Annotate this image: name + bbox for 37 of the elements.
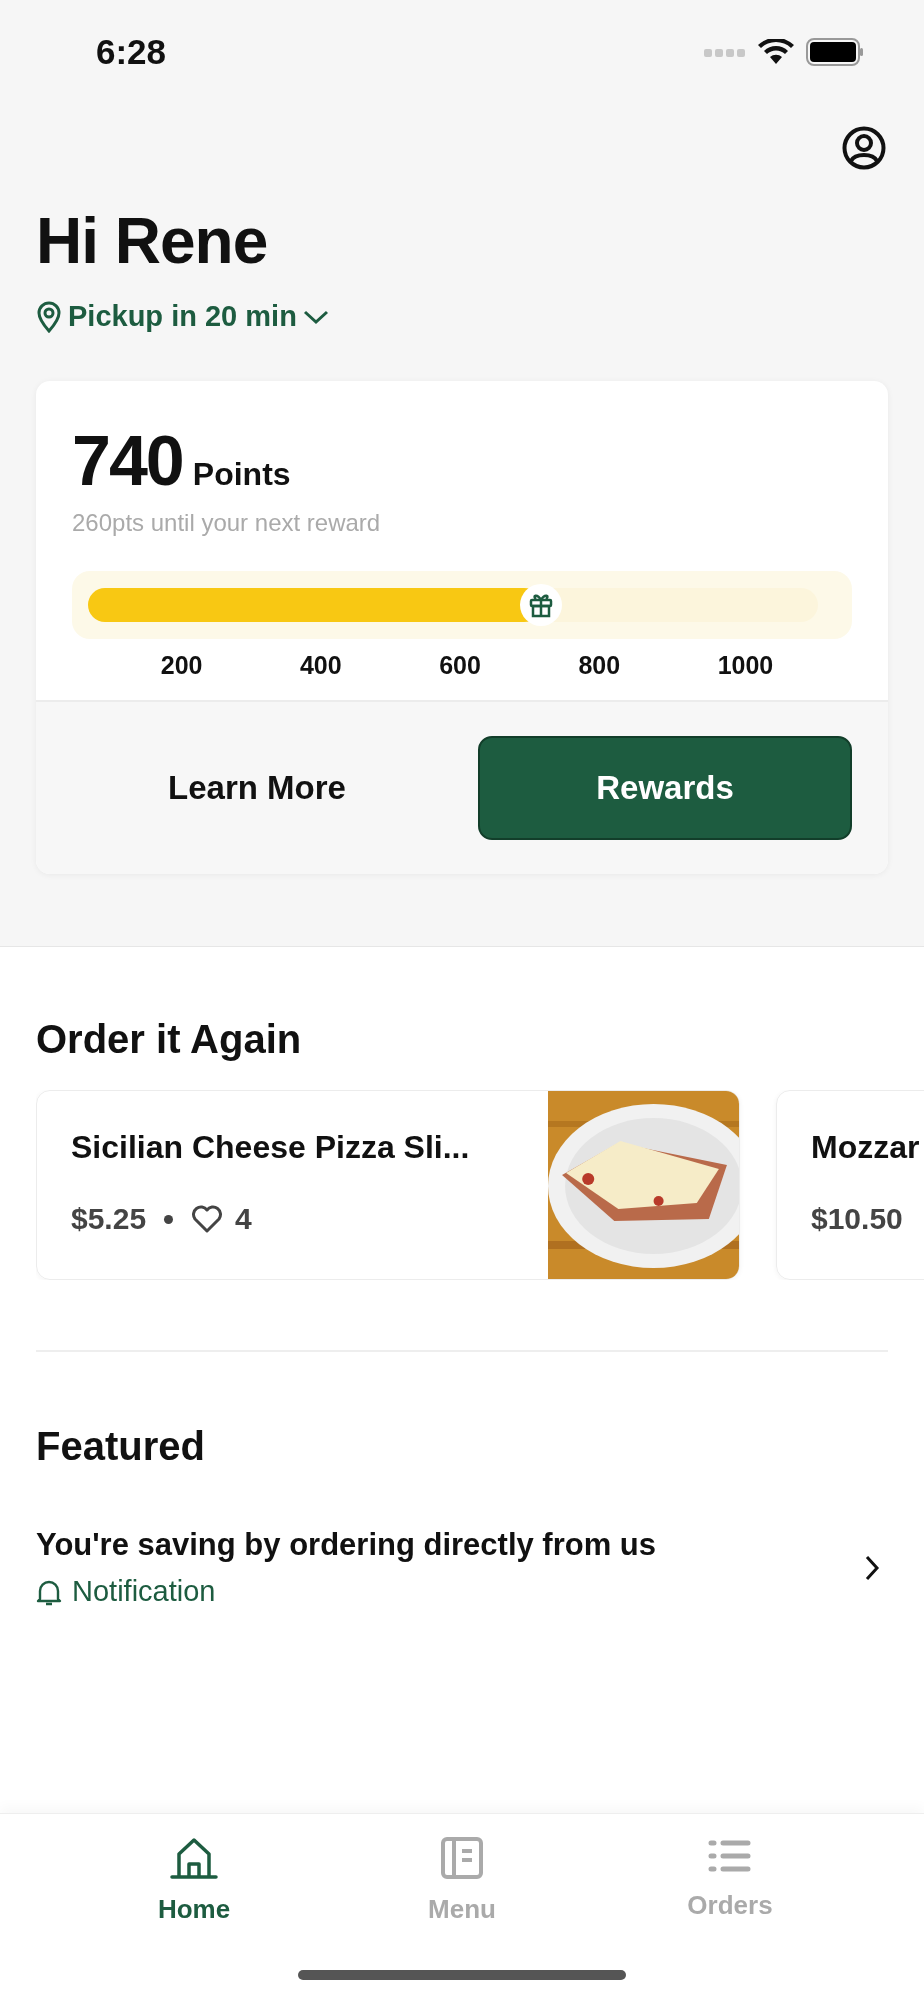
section-title: Order it Again bbox=[36, 1017, 303, 1062]
heart-icon bbox=[191, 1205, 224, 1233]
progress-tick-label: 1000 bbox=[717, 651, 774, 680]
reward-subtitle: 260pts until your next reward bbox=[72, 509, 382, 537]
profile-icon[interactable] bbox=[842, 126, 886, 170]
rewards-button[interactable]: Rewards bbox=[478, 736, 852, 840]
tab-bar-item[interactable]: Home bbox=[114, 1814, 274, 1942]
like-count: 4 bbox=[235, 1202, 252, 1236]
battery-icon bbox=[806, 38, 864, 66]
item-name: Mozzar bbox=[811, 1129, 921, 1166]
chevron-right-icon[interactable] bbox=[864, 1554, 880, 1581]
progress-tick-label: 800 bbox=[578, 651, 621, 680]
location-pin-icon bbox=[36, 300, 62, 333]
item-name: Sicilian Cheese Pizza Sli... bbox=[71, 1129, 471, 1166]
progress-tick-label: 200 bbox=[160, 651, 203, 680]
greeting-title: Hi Rene bbox=[36, 204, 269, 278]
separator-dot bbox=[164, 1214, 174, 1224]
notification-label: Notification bbox=[72, 1575, 216, 1608]
order-card[interactable]: Sicilian Cheese Pizza Sli... $5.25 4 bbox=[36, 1090, 740, 1280]
book-icon bbox=[440, 1836, 484, 1880]
section-title: Featured bbox=[36, 1424, 206, 1469]
order-card[interactable]: Mozzar $10.50 bbox=[776, 1090, 924, 1280]
points-value: 740 bbox=[72, 421, 183, 501]
points-label: Points bbox=[192, 456, 291, 493]
learn-more-button[interactable]: Learn More bbox=[72, 736, 442, 840]
item-price: $5.25 bbox=[71, 1202, 147, 1236]
progress-tick-label: 400 bbox=[299, 651, 342, 680]
home-icon bbox=[169, 1836, 219, 1880]
featured-title: You're saving by ordering directly from us bbox=[36, 1527, 657, 1563]
status-time: 6:28 bbox=[96, 32, 167, 72]
wifi-icon bbox=[758, 39, 794, 65]
pickup-selector[interactable]: Pickup in 20 min bbox=[36, 300, 329, 333]
chevron-down-icon bbox=[302, 308, 329, 325]
item-price: $10.50 bbox=[811, 1202, 903, 1236]
signal-icon bbox=[704, 46, 746, 58]
progress-tick-label: 600 bbox=[439, 651, 481, 680]
gift-icon bbox=[518, 583, 563, 627]
